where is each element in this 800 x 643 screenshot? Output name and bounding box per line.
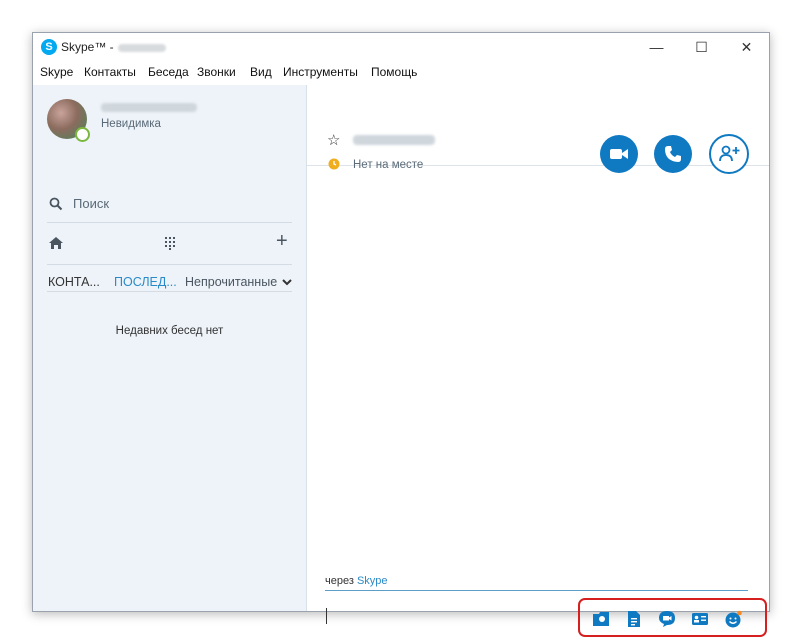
dialpad-icon[interactable] bbox=[164, 236, 176, 250]
sidebar: Невидимка Поиск + КОНТА... ПОСЛЕД... Неп… bbox=[33, 85, 307, 611]
star-icon[interactable]: ☆ bbox=[327, 131, 340, 149]
minimize-button[interactable]: — bbox=[634, 33, 679, 61]
tab-contacts[interactable]: КОНТА... bbox=[48, 275, 100, 289]
send-image-icon[interactable] bbox=[592, 610, 610, 628]
divider bbox=[47, 264, 292, 265]
message-input[interactable] bbox=[326, 608, 327, 624]
menu-calls[interactable]: Звонки bbox=[197, 65, 236, 79]
phone-icon bbox=[665, 146, 681, 162]
via-skype-label: через Skype bbox=[325, 575, 388, 587]
add-person-icon bbox=[719, 145, 740, 162]
conversation-header: ☆ Нет на месте bbox=[307, 85, 769, 174]
close-button[interactable]: ✕ bbox=[724, 33, 769, 61]
skype-logo-icon: S bbox=[41, 39, 57, 55]
menu-tools[interactable]: Инструменты bbox=[283, 65, 358, 79]
divider bbox=[47, 291, 292, 292]
menu-skype[interactable]: Skype bbox=[40, 65, 73, 79]
menu-bar: Skype Контакты Беседа Звонки Вид Инструм… bbox=[33, 63, 769, 83]
tab-recent[interactable]: ПОСЛЕД... bbox=[114, 275, 177, 289]
search-icon bbox=[49, 197, 63, 211]
clock-icon bbox=[328, 158, 340, 170]
blurred-username bbox=[117, 43, 166, 52]
window-title-text: Skype™ - bbox=[61, 40, 114, 54]
via-prefix: через bbox=[325, 575, 354, 587]
contact-status: Нет на месте bbox=[353, 159, 424, 171]
search-input[interactable]: Поиск bbox=[73, 196, 109, 211]
menu-view[interactable]: Вид bbox=[250, 65, 272, 79]
audio-call-button[interactable] bbox=[654, 135, 692, 173]
unread-filter-dropdown[interactable]: Непрочитанные bbox=[185, 275, 277, 289]
video-camera-icon bbox=[610, 149, 628, 159]
maximize-button[interactable]: ☐ bbox=[679, 33, 724, 61]
presence-indicator bbox=[75, 127, 90, 142]
emoticon-icon[interactable] bbox=[724, 610, 742, 628]
menu-conversation[interactable]: Беседа bbox=[148, 65, 189, 79]
skype-window: S Skype™ - — ☐ ✕ Skype Контакты Беседа З… bbox=[32, 32, 770, 637]
blurred-user-name[interactable] bbox=[101, 103, 197, 112]
input-divider bbox=[325, 590, 748, 591]
menu-help[interactable]: Помощь bbox=[371, 65, 417, 79]
title-bar: S Skype™ - — ☐ ✕ bbox=[33, 33, 769, 61]
home-icon[interactable] bbox=[48, 235, 64, 251]
via-skype-link[interactable]: Skype bbox=[357, 575, 388, 587]
video-call-button[interactable] bbox=[600, 135, 638, 173]
blurred-contact-name bbox=[353, 135, 435, 145]
plus-icon[interactable]: + bbox=[276, 231, 288, 251]
add-people-button[interactable] bbox=[709, 134, 749, 174]
divider bbox=[47, 222, 292, 223]
message-toolbar-highlight bbox=[578, 598, 767, 637]
conversation-pane: ☆ Нет на месте через Skype bbox=[307, 85, 769, 637]
user-status[interactable]: Невидимка bbox=[101, 118, 161, 130]
empty-recent-message: Недавних бесед нет bbox=[115, 325, 224, 337]
chevron-down-icon[interactable] bbox=[282, 277, 292, 287]
video-message-icon[interactable] bbox=[658, 610, 676, 628]
menu-contacts[interactable]: Контакты bbox=[84, 65, 136, 79]
send-contact-icon[interactable] bbox=[691, 610, 709, 628]
send-file-icon[interactable] bbox=[625, 610, 643, 628]
window-title: Skype™ - bbox=[61, 40, 166, 54]
